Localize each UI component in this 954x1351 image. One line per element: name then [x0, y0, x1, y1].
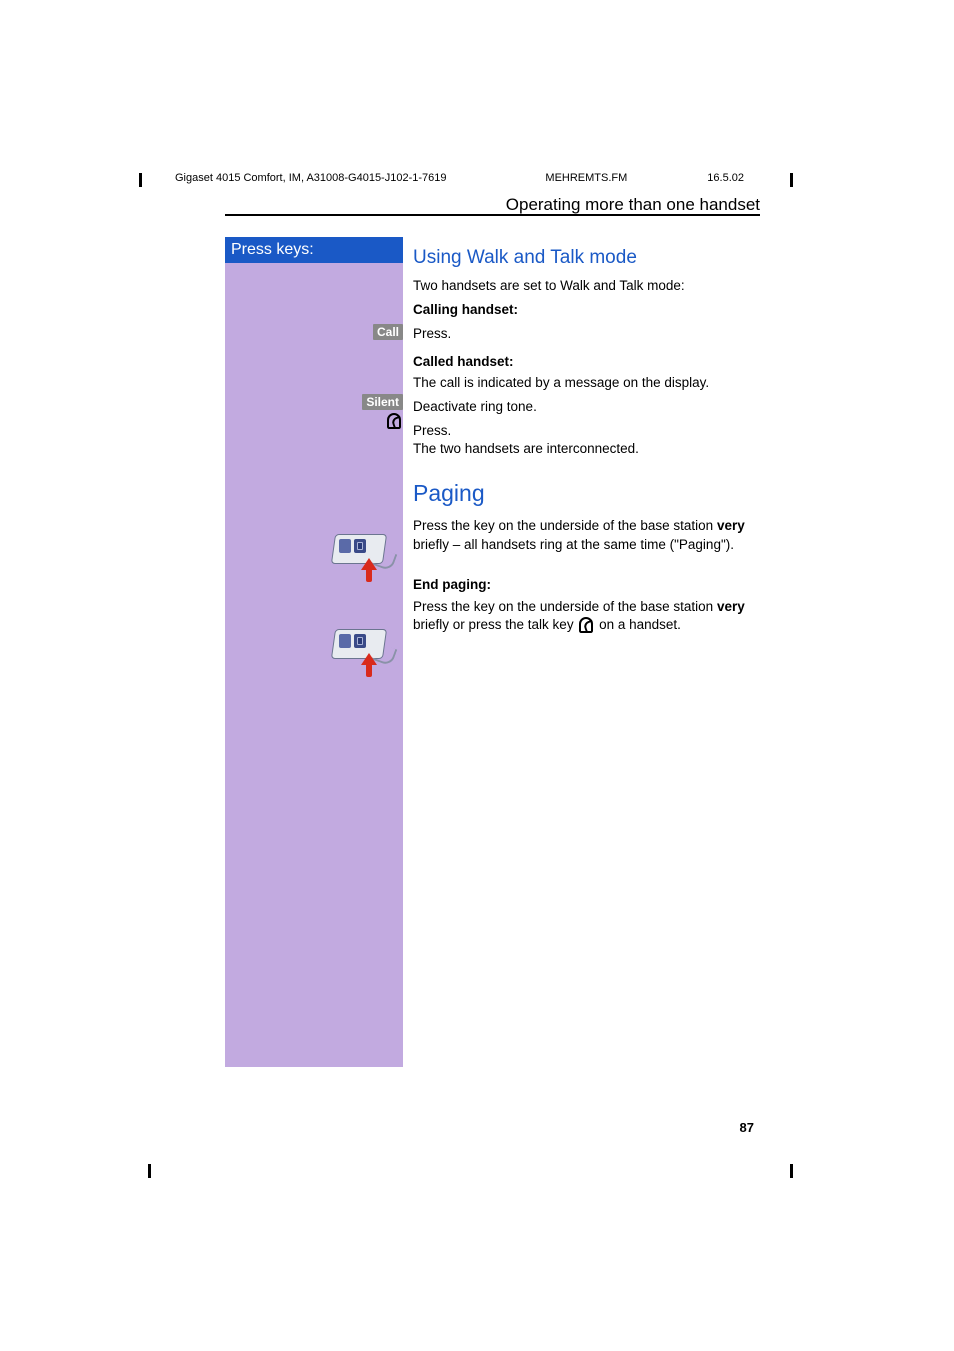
header-date: 16.5.02	[687, 172, 744, 184]
very-bold: very	[717, 518, 745, 533]
crop-tick-bottom-left	[148, 1164, 151, 1178]
paging-end-part: briefly or press the talk key	[413, 617, 577, 632]
paging-end-part: Press the key on the underside of the ba…	[413, 599, 717, 614]
red-arrow-icon	[363, 653, 373, 677]
key-call: Call	[225, 323, 403, 341]
heading-walk-and-talk: Using Walk and Talk mode	[413, 245, 760, 271]
header-doc-id: Gigaset 4015 Comfort, IM, A31008-G4015-J…	[175, 172, 447, 184]
page: Gigaset 4015 Comfort, IM, A31008-G4015-J…	[0, 0, 954, 1351]
called-handset-label: Called handset:	[413, 353, 760, 371]
talk-key-icon	[387, 413, 401, 429]
header-file: MEHREMTS.FM	[447, 172, 688, 184]
press-text-1: Press.	[413, 325, 760, 343]
paging-text-part: briefly – all handsets ring at the same …	[413, 537, 734, 552]
interconnected-text: The two handsets are interconnected.	[413, 440, 760, 458]
main-content: Using Walk and Talk mode Two handsets ar…	[413, 237, 760, 641]
walk-talk-intro: Two handsets are set to Walk and Talk mo…	[413, 277, 760, 295]
called-handset-text: The call is indicated by a message on th…	[413, 374, 760, 392]
sidebar-title: Press keys:	[225, 237, 403, 263]
talk-key-icon	[579, 617, 593, 633]
heading-paging: Paging	[413, 478, 760, 509]
crop-tick-bottom-right	[790, 1164, 793, 1178]
running-header: Gigaset 4015 Comfort, IM, A31008-G4015-J…	[175, 172, 744, 184]
header-rule	[225, 214, 760, 216]
red-arrow-icon	[363, 558, 373, 582]
deactivate-text: Deactivate ring tone.	[413, 398, 760, 416]
paging-end-text: Press the key on the underside of the ba…	[413, 598, 760, 634]
key-silent: Silent	[225, 393, 403, 411]
calling-handset-label: Calling handset:	[413, 301, 760, 319]
press-text-2: Press.	[413, 422, 760, 440]
paging-start-text: Press the key on the underside of the ba…	[413, 517, 760, 553]
crop-tick-top-left	[139, 173, 142, 187]
silent-softkey-icon: Silent	[362, 394, 403, 410]
end-paging-label: End paging:	[413, 576, 760, 594]
paging-end-part: on a handset.	[595, 617, 681, 632]
base-station-image-1	[225, 528, 403, 574]
section-title: Operating more than one handset	[225, 195, 760, 215]
call-softkey-icon: Call	[373, 324, 403, 340]
key-talk	[225, 413, 403, 434]
crop-tick-top-right	[790, 173, 793, 187]
paging-text-part: Press the key on the underside of the ba…	[413, 518, 717, 533]
base-station-image-2	[225, 623, 403, 669]
page-number: 87	[740, 1120, 754, 1135]
very-bold: very	[717, 599, 745, 614]
